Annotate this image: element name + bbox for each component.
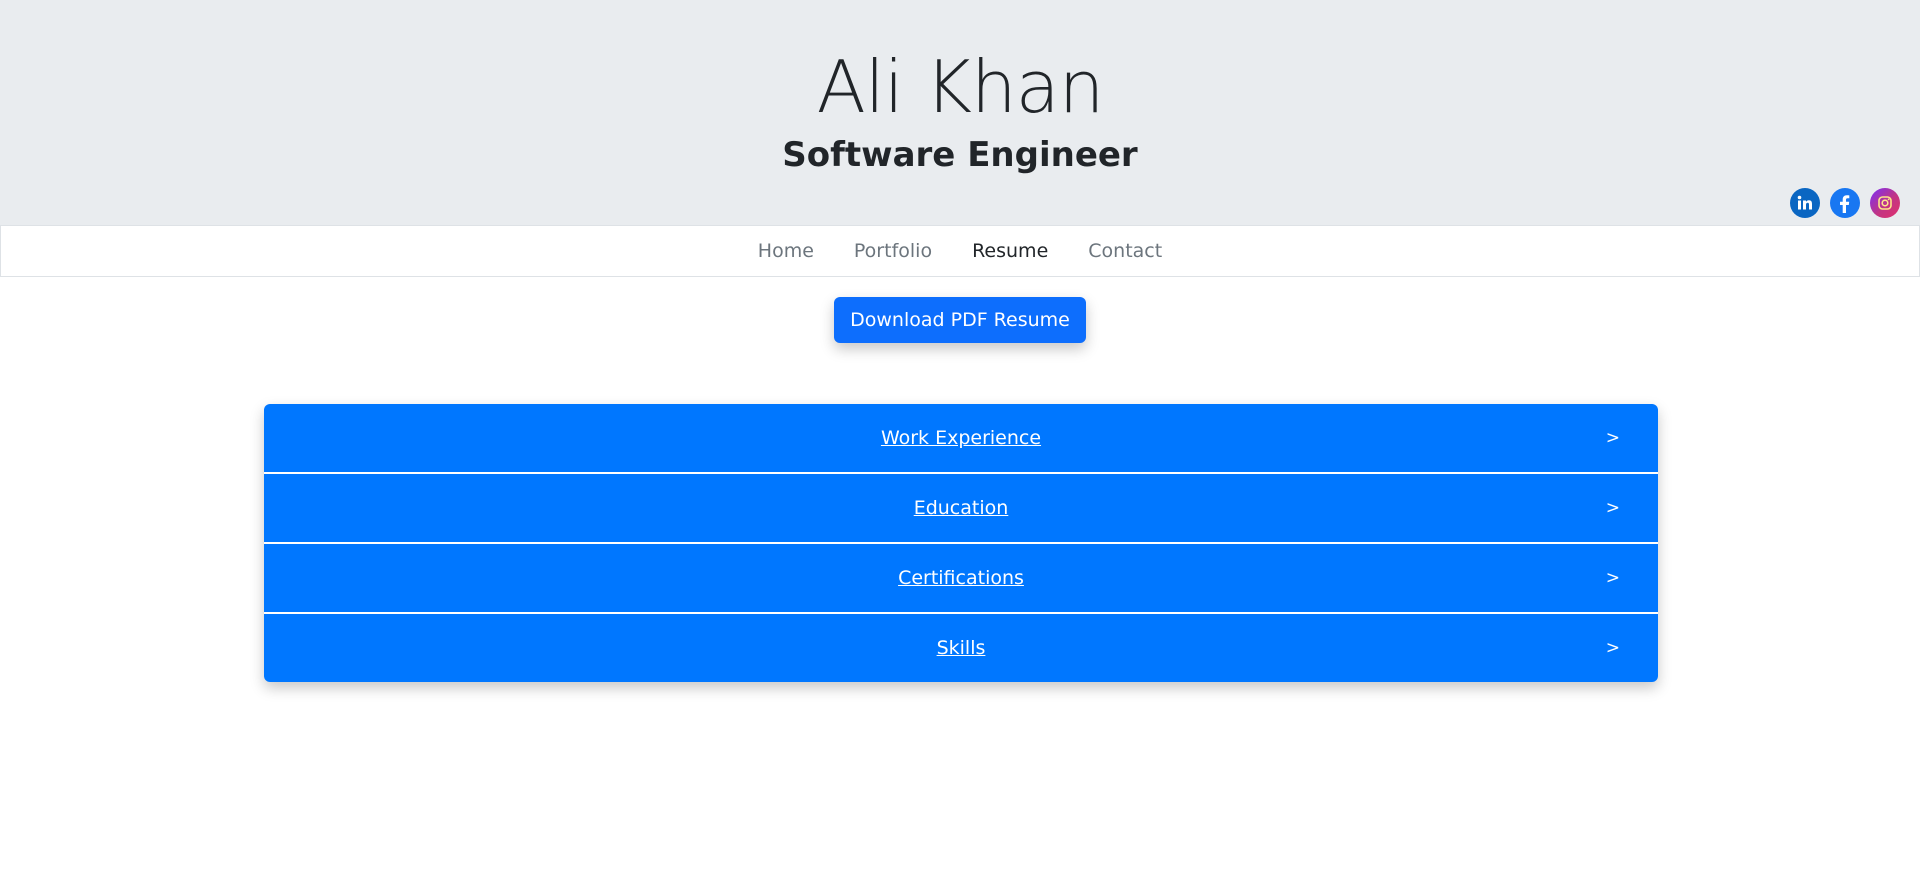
download-resume-button[interactable]: Download PDF Resume: [834, 297, 1086, 343]
main-nav: Home Portfolio Resume Contact: [0, 225, 1920, 277]
linkedin-link[interactable]: [1790, 188, 1820, 218]
accordion-skills[interactable]: Skills >: [264, 614, 1658, 682]
linkedin-icon: [1797, 195, 1812, 210]
hero-header: Ali Khan Software Engineer: [0, 0, 1920, 225]
accordion-label: Education: [913, 497, 1009, 519]
accordion-education[interactable]: Education >: [264, 474, 1658, 542]
facebook-link[interactable]: [1830, 188, 1860, 218]
nav-contact[interactable]: Contact: [1068, 240, 1182, 262]
chevron-right-icon: >: [1605, 428, 1620, 448]
accordion-work-experience[interactable]: Work Experience >: [264, 404, 1658, 472]
nav-home[interactable]: Home: [738, 240, 834, 262]
accordion-label: Work Experience: [880, 427, 1042, 449]
chevron-right-icon: >: [1605, 568, 1620, 588]
download-section: Download PDF Resume: [0, 297, 1920, 343]
accordion-label: Skills: [936, 637, 986, 659]
nav-resume[interactable]: Resume: [952, 240, 1068, 262]
accordion-label: Certifications: [898, 567, 1024, 589]
nav-portfolio[interactable]: Portfolio: [834, 240, 952, 262]
accordion-certifications[interactable]: Certifications >: [264, 544, 1658, 612]
job-title: Software Engineer: [782, 135, 1138, 175]
instagram-link[interactable]: [1870, 188, 1900, 218]
facebook-icon: [1840, 195, 1850, 213]
social-links: [1790, 188, 1900, 218]
chevron-right-icon: >: [1605, 498, 1620, 518]
instagram-icon: [1878, 196, 1892, 210]
chevron-right-icon: >: [1605, 638, 1620, 658]
resume-accordion: Work Experience > Education > Certificat…: [264, 404, 1658, 682]
page-title: Ali Khan: [816, 45, 1105, 129]
